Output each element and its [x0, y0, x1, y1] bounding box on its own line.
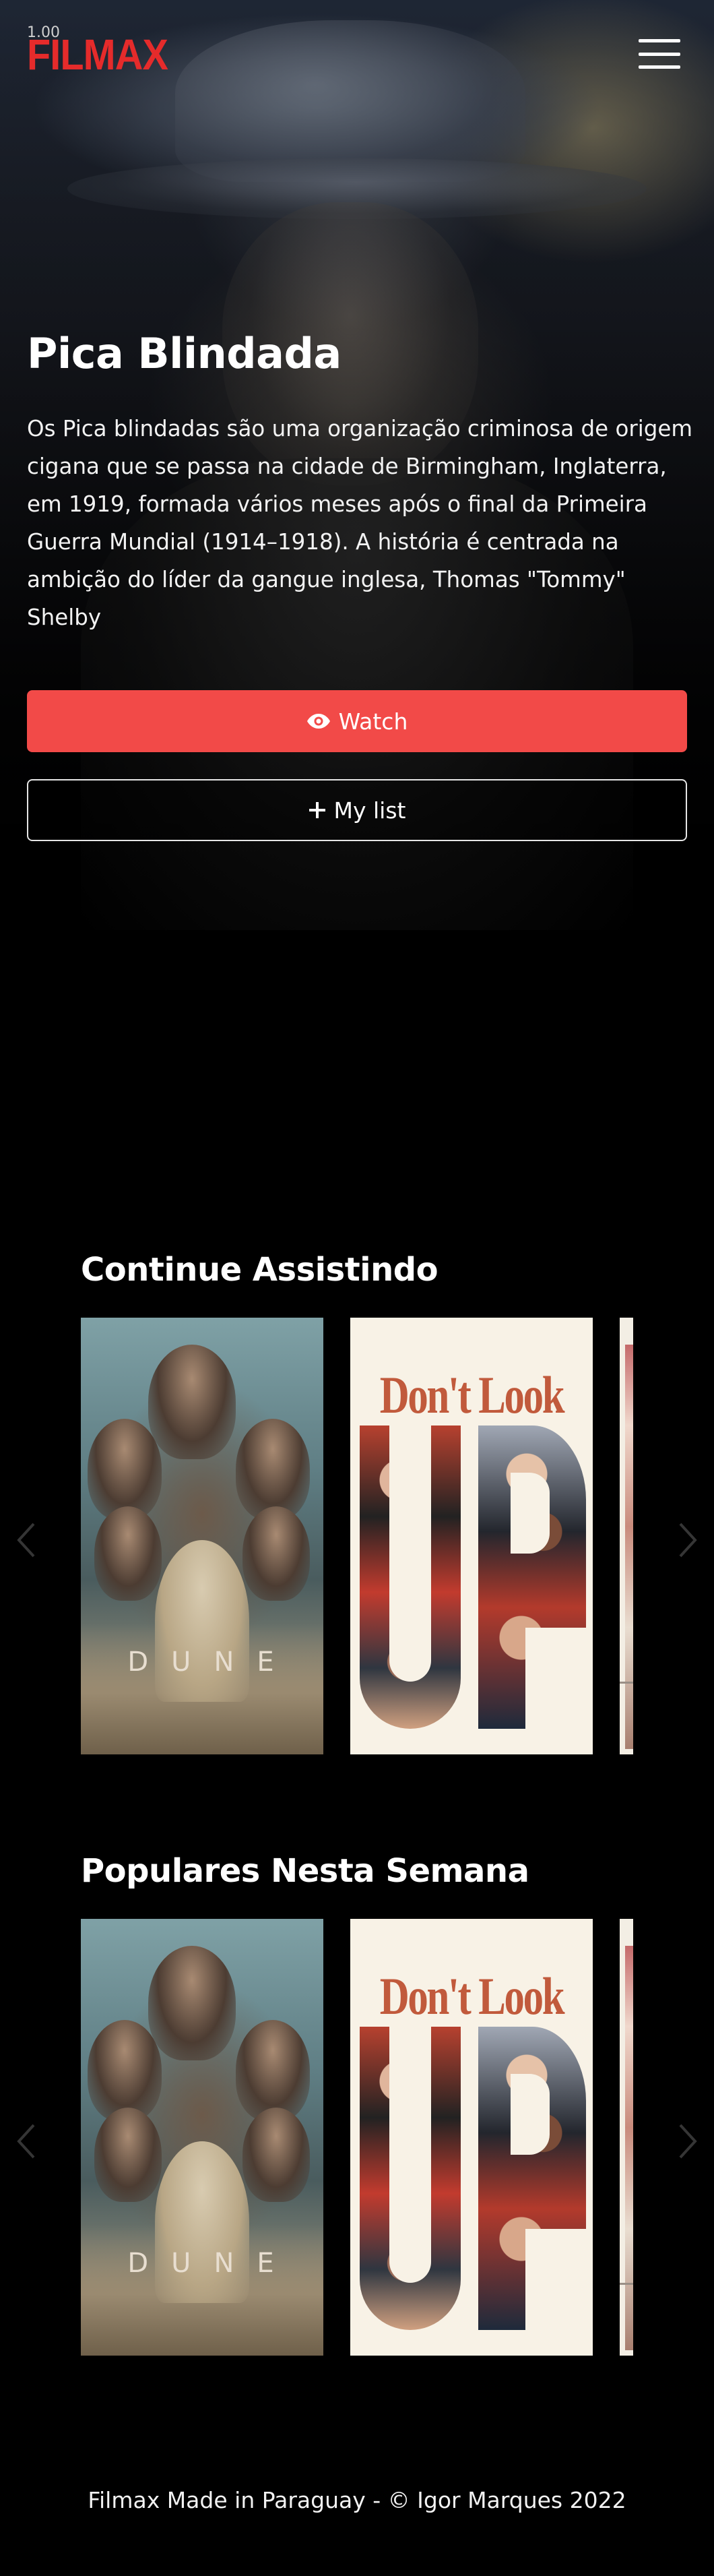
poster-figure [236, 1419, 310, 1520]
poster-figure [94, 1506, 162, 1601]
carousel-continue-watching: DUNE Don't Look [0, 1318, 714, 1754]
poster-figure [242, 1506, 310, 1601]
poster-stripe [625, 1345, 633, 1749]
watch-button[interactable]: Watch [27, 690, 687, 752]
chevron-left-icon[interactable] [13, 1520, 40, 1560]
fps-counter: 1.00 [27, 24, 60, 41]
poster-dune[interactable]: DUNE [81, 1919, 323, 2356]
hero-description: Os Pica blindadas são uma organização cr… [27, 416, 693, 630]
poster-line [620, 1682, 633, 1684]
chevron-right-icon[interactable] [674, 1520, 701, 1560]
carousel-track: DUNE Don't Look [81, 1318, 633, 1754]
menu-bar [639, 65, 680, 69]
poster-title: DUNE [127, 2248, 297, 2279]
poster-figure [236, 2020, 310, 2121]
poster-line [620, 2283, 633, 2285]
poster-cloak [155, 2141, 249, 2303]
poster-letter-u [360, 1425, 461, 1729]
hero-hat-crown [175, 20, 525, 182]
carousel-track: DUNE Don't Look [81, 1919, 633, 2356]
poster-dont-look-up[interactable]: Don't Look [350, 1919, 593, 2356]
poster-stripe [625, 1946, 633, 2350]
poster-figure [88, 1419, 162, 1520]
eye-icon [306, 714, 330, 729]
my-list-label: My list [333, 797, 406, 824]
poster-dune[interactable]: DUNE [81, 1318, 323, 1754]
poster-figure [88, 2020, 162, 2121]
carousel-popular-this-week: DUNE Don't Look [0, 1919, 714, 2356]
row-title-popular-this-week: Populares Nesta Semana [81, 1852, 529, 1890]
poster-figure [242, 2108, 310, 2202]
poster-figure [148, 1946, 236, 2060]
hero-title: Pica Blindada [27, 329, 342, 378]
poster-cloak [155, 1540, 249, 1702]
hamburger-menu-icon[interactable] [639, 39, 680, 69]
poster-figure [94, 2108, 162, 2202]
poster-letter-p [478, 1425, 586, 1729]
watch-label: Watch [338, 708, 408, 735]
poster-letter-u [360, 2027, 461, 2330]
my-list-button[interactable]: My list [27, 779, 687, 841]
poster-partial[interactable] [620, 1318, 633, 1754]
poster-letter-p [478, 2027, 586, 2330]
poster-title: DUNE [127, 1647, 297, 1678]
plus-icon [309, 802, 325, 818]
menu-bar [639, 39, 680, 42]
poster-title: Don't Look [379, 1967, 565, 2025]
poster-dont-look-up[interactable]: Don't Look [350, 1318, 593, 1754]
chevron-left-icon[interactable] [13, 2121, 40, 2161]
poster-title: Don't Look [379, 1366, 565, 1424]
chevron-right-icon[interactable] [674, 2121, 701, 2161]
row-title-continue-watching: Continue Assistindo [81, 1251, 439, 1289]
menu-bar [639, 52, 680, 56]
poster-partial[interactable] [620, 1919, 633, 2356]
poster-figure [148, 1345, 236, 1459]
footer-credits: Filmax Made in Paraguay - © Igor Marques… [88, 2487, 626, 2513]
